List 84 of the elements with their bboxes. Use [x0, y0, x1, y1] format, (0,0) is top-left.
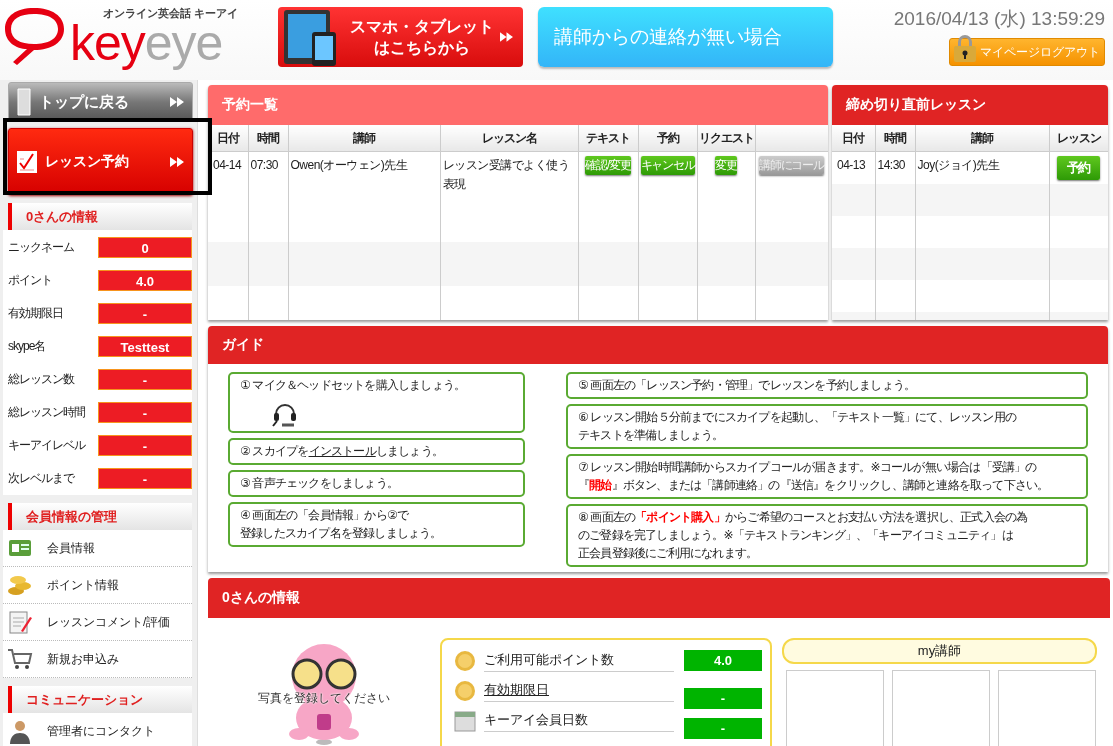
- column-header: リクエスト: [697, 125, 755, 152]
- menu-item[interactable]: ポイント情報: [3, 567, 192, 604]
- cart-icon: [7, 646, 33, 672]
- info-label: キーアイレベル: [8, 436, 87, 454]
- table-cell: 07:30: [248, 151, 288, 199]
- column-header: レッスン: [1049, 125, 1108, 152]
- double-arrow-icon: [170, 97, 184, 107]
- info-value: -: [98, 368, 192, 390]
- stat-label: ご利用可能ポイント数: [484, 649, 674, 673]
- logo-wordmark: keyeye: [70, 18, 223, 68]
- panel-header: ガイド: [208, 326, 1108, 364]
- section-header: 0さんの情報: [8, 203, 192, 230]
- date-time: 2016/04/13 (水) 13:59:29: [893, 7, 1105, 31]
- guide-text: ⑥ レッスン開始５分前までにスカイプを起動し、「テキスト一覧」にて、レッスン用の: [578, 409, 1018, 426]
- column-header: 時間: [875, 125, 915, 152]
- person-icon: [7, 718, 33, 744]
- menu-item[interactable]: 会員情報: [3, 530, 192, 567]
- column-header: 講師: [288, 125, 440, 152]
- table-cell: レッスン受講でよく使う表現: [440, 151, 578, 199]
- info-value: -: [98, 302, 192, 324]
- info-label: skype名: [8, 337, 47, 355]
- info-label: 総レッスン時間: [8, 403, 86, 421]
- guide-text: ⑤ 画面左の「レッスン予約・管理」でレッスンを予約しましょう。: [578, 377, 917, 394]
- info-value: -: [98, 467, 192, 489]
- panel-header: 予約一覧: [208, 85, 828, 125]
- info-value: -: [98, 434, 192, 456]
- section-header: 会員情報の管理: [8, 503, 192, 530]
- guide-text: ② スカイプをインストールしましょう。: [240, 444, 443, 458]
- info-label: ポイント: [8, 271, 53, 289]
- guide-text: ⑧ 画面左の「ポイント購入」からご希望のコースとお支払い方法を選択し、正式入会の為: [578, 509, 1029, 526]
- guide-text: のご登録を完了しましょう。※「テキストランキング」、「キーアイコミュニティ」は: [578, 527, 1014, 544]
- guide-text: テキストを準備しましょう。: [578, 427, 725, 444]
- stat-value: -: [684, 718, 762, 740]
- guide-text: ⑦ レッスン開始時間講師からスカイプコールが届きます。※コールが無い場合は「受講」の: [578, 459, 1038, 476]
- column-header: 時間: [248, 125, 288, 152]
- panel-header: 0さんの情報: [208, 577, 1110, 618]
- logo-tagline: オンライン英会話 キーアイ: [103, 6, 239, 21]
- column-header: 日付: [832, 125, 875, 152]
- book-button[interactable]: 予約: [1056, 156, 1101, 180]
- section-header: my講師: [782, 637, 1097, 664]
- info-label: ニックネーム: [8, 238, 75, 256]
- guide-text: ① マイク＆ヘッドセットを購入しましょう。: [240, 377, 467, 394]
- panel-header: 締め切り直前レッスン: [832, 85, 1108, 125]
- info-value: Testtest: [98, 335, 192, 357]
- column-header: レッスン名: [440, 125, 578, 152]
- stat-link[interactable]: 有効期限日: [484, 679, 674, 703]
- info-label: 次レベルまで: [8, 469, 76, 487]
- table-cell: Owen(オーウェン)先生: [288, 151, 440, 199]
- action-button[interactable]: キャンセル: [640, 156, 695, 175]
- action-button[interactable]: 確認/変更: [585, 156, 631, 175]
- stat-value: -: [684, 688, 762, 710]
- menu-item[interactable]: レッスンコメント/評価: [3, 604, 192, 641]
- smartphone-tablet-button[interactable]: スマホ・タブレット はこちらから: [278, 7, 523, 67]
- column-header: 講師: [915, 125, 1049, 152]
- menu-item[interactable]: 新規お申込み: [3, 641, 192, 678]
- install-link[interactable]: インストール: [308, 444, 376, 458]
- door-icon: [17, 88, 31, 116]
- info-label: 有効期限日: [8, 304, 64, 322]
- photo-caption: 写真を登録してください: [257, 689, 391, 707]
- checklist-icon: [17, 150, 37, 173]
- table-cell: 04-14: [208, 151, 248, 199]
- calendar-icon: [454, 709, 476, 732]
- guide-text: 登録したスカイプ名を登録しましょう。: [240, 525, 443, 542]
- guide-text: 正会員登録後にご利用になれます。: [578, 545, 759, 562]
- column-header: テキスト: [578, 125, 638, 152]
- coin-icon: [454, 679, 476, 702]
- info-value: 0: [98, 236, 192, 258]
- stat-label: キーアイ会員日数: [484, 709, 674, 733]
- padlock-icon: [952, 33, 978, 63]
- guide-text: ③ 音声チェックをしましょう。: [240, 475, 400, 492]
- action-button[interactable]: 変更: [715, 156, 737, 175]
- info-value: -: [98, 401, 192, 423]
- note-pencil-icon: [7, 609, 33, 635]
- guide-text: ④ 画面左の「会員情報」から②で: [240, 507, 410, 524]
- info-value: 4.0: [98, 269, 192, 291]
- double-arrow-icon: [170, 156, 184, 167]
- menu-item[interactable]: 管理者にコンタクト: [3, 713, 192, 746]
- section-header: コミュニケーション: [8, 686, 192, 713]
- double-arrow-icon: [500, 32, 513, 42]
- column-header: 予約: [638, 125, 697, 152]
- guide-text: 『開始』ボタン、または「講師連絡」の『送信』をクリックし、講師と連絡を取って下さい。: [578, 477, 1050, 494]
- coin-icon: [454, 649, 476, 672]
- info-label: 総レッスン数: [8, 370, 76, 388]
- stat-value: 4.0: [684, 650, 762, 672]
